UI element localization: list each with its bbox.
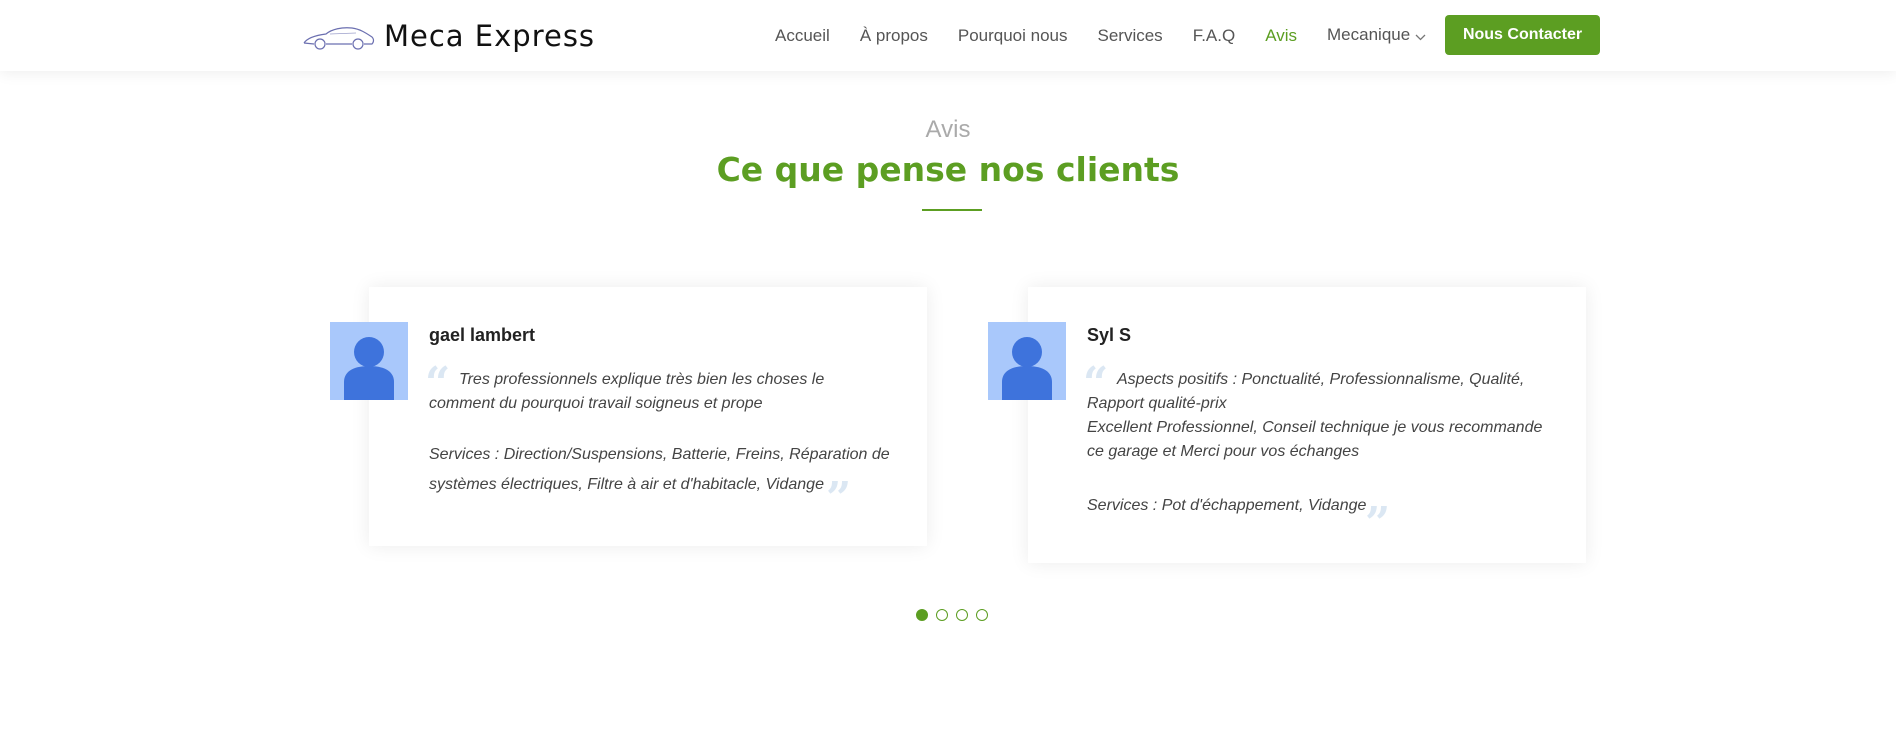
main-nav: Accueil À propos Pourquoi nous Services … <box>775 0 1456 71</box>
chevron-down-icon <box>1415 26 1426 46</box>
user-silhouette-icon <box>1002 337 1052 400</box>
reviewer-name: Syl S <box>1087 325 1132 345</box>
nav-item-faq[interactable]: F.A.Q <box>1193 26 1236 46</box>
section-title: Ce que pense nos clients <box>716 150 1180 189</box>
carousel-dot[interactable] <box>956 609 968 621</box>
quote-close-icon: ” <box>826 473 852 524</box>
carousel-dot[interactable] <box>916 609 928 621</box>
title-divider <box>922 209 982 211</box>
logo[interactable]: Meca Express <box>302 18 595 54</box>
car-outline-icon <box>302 21 376 51</box>
review-text-continued: Excellent Professionnel, Conseil techniq… <box>1087 419 1543 460</box>
review-text: Aspects positifs : Ponctualité, Professi… <box>1087 371 1525 412</box>
review-text: Tres professionnels explique très bien l… <box>429 371 825 412</box>
avatar <box>330 322 408 400</box>
contact-button[interactable]: Nous Contacter <box>1445 15 1600 55</box>
section-subtitle: Avis <box>925 116 971 143</box>
brand-name: Meca Express <box>384 19 596 53</box>
quote-close-icon: ” <box>1365 498 1391 549</box>
review-services: Services : Pot d'échappement, Vidange <box>1087 497 1367 514</box>
site-header: Meca Express Accueil À propos Pourquoi n… <box>0 0 1896 71</box>
carousel-pagination <box>916 609 996 621</box>
avatar <box>988 322 1066 400</box>
nav-item-avis[interactable]: Avis <box>1265 26 1297 46</box>
nav-item-mecanique[interactable]: Mecanique <box>1327 25 1426 46</box>
nav-item-accueil[interactable]: Accueil <box>775 26 830 46</box>
user-silhouette-icon <box>344 337 394 400</box>
nav-item-pourquoi-nous[interactable]: Pourquoi nous <box>958 26 1068 46</box>
review-services: Services : Direction/Suspensions, Batter… <box>429 446 890 493</box>
carousel-dot[interactable] <box>976 609 988 621</box>
nav-item-mecanique-label: Mecanique <box>1327 25 1411 45</box>
nav-item-services[interactable]: Services <box>1098 26 1163 46</box>
nav-item-a-propos[interactable]: À propos <box>860 26 928 46</box>
carousel-dot[interactable] <box>936 609 948 621</box>
reviewer-name: gael lambert <box>429 325 536 345</box>
